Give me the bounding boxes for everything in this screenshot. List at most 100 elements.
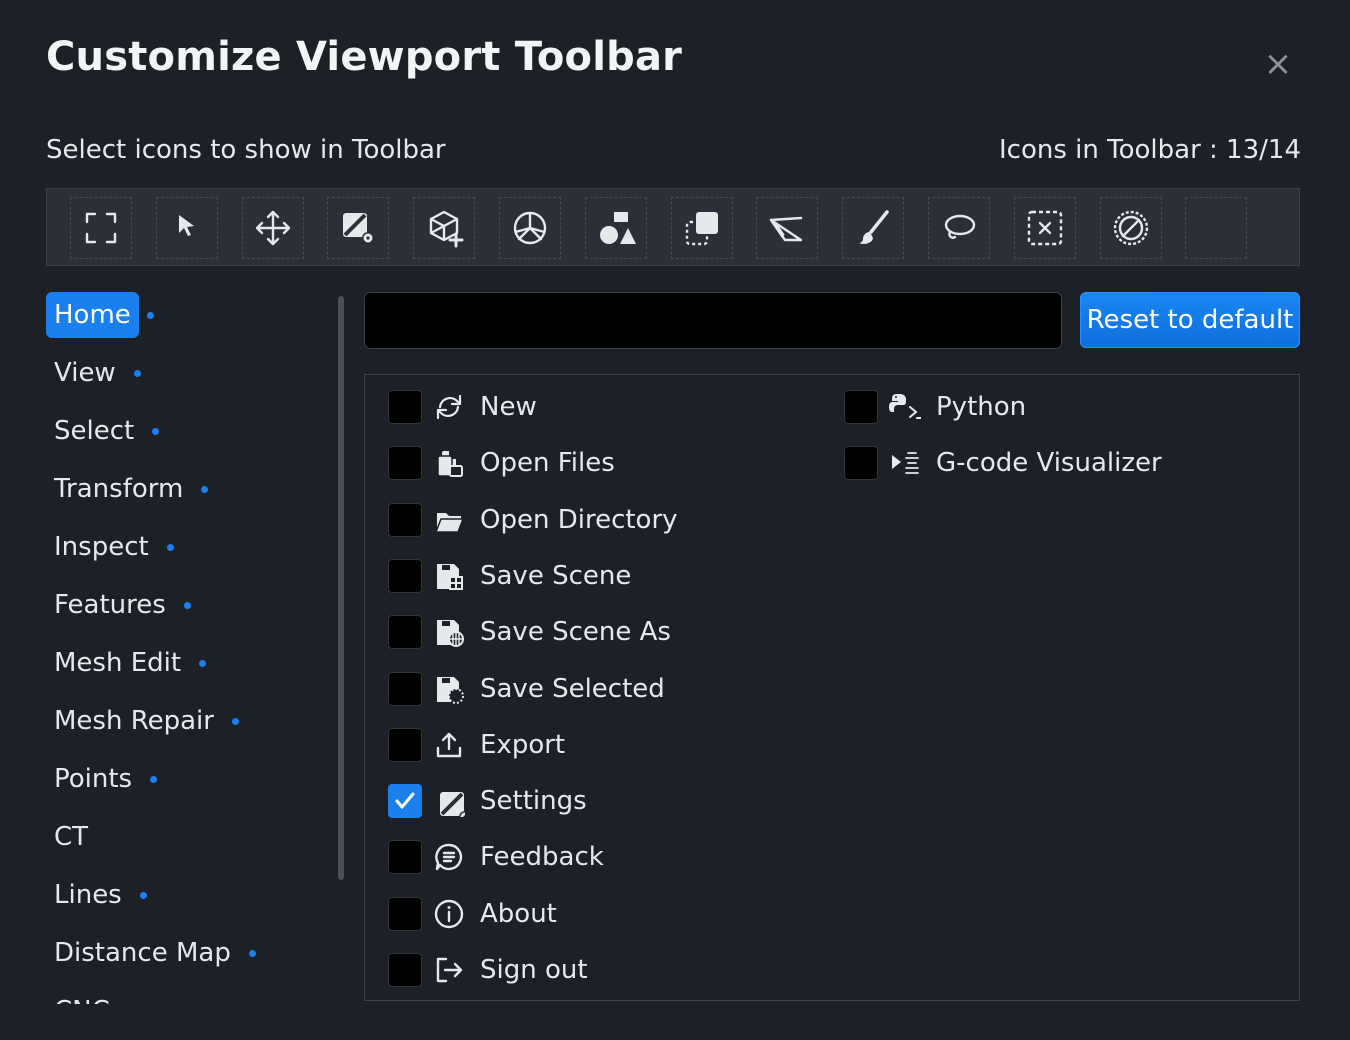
clear-selection-icon — [1027, 210, 1062, 246]
category-cnc[interactable]: CNC — [46, 988, 118, 1004]
checkbox[interactable] — [388, 558, 422, 593]
item-save-scene-as[interactable]: Save Scene As — [388, 612, 671, 652]
item-label: Sign out — [480, 955, 588, 985]
checkbox[interactable] — [388, 390, 422, 424]
category-inspect[interactable]: Inspect — [46, 524, 182, 570]
category-label: CT — [54, 822, 89, 852]
category-indicator-dot — [231, 717, 239, 725]
close-icon[interactable]: × — [1258, 44, 1298, 84]
toolbar-slot-fit-view-icon[interactable] — [70, 197, 132, 259]
settings-icon — [343, 213, 375, 244]
add-mesh-icon — [429, 210, 464, 248]
item-sign-out[interactable]: Sign out — [388, 950, 588, 990]
checkbox[interactable] — [844, 390, 878, 424]
toolbar-slot-duplicate-icon[interactable] — [670, 197, 733, 259]
item-g-code-visualizer[interactable]: G-code Visualizer — [844, 443, 1162, 483]
category-label: View — [54, 358, 116, 388]
item-label: Python — [936, 392, 1027, 422]
item-export[interactable]: Export — [388, 725, 565, 765]
toolbar-slot-brush-icon[interactable] — [842, 197, 905, 259]
category-indicator-dot — [139, 891, 147, 899]
item-open-files[interactable]: Open Files — [388, 443, 615, 483]
item-about[interactable]: About — [388, 894, 557, 934]
checkbox[interactable] — [388, 896, 422, 931]
toolbar-slot-move-icon[interactable] — [241, 197, 304, 259]
item-label: G-code Visualizer — [936, 448, 1162, 479]
category-mesh-repair[interactable]: Mesh Repair — [46, 698, 247, 744]
toolbar-slot-lasso-icon[interactable] — [928, 197, 990, 259]
toolbar-slot-settings-icon[interactable] — [327, 197, 390, 259]
category-view[interactable]: View — [46, 350, 149, 396]
checkbox[interactable] — [388, 615, 422, 650]
checkmark-icon — [395, 792, 415, 809]
item-label: Save Scene As — [480, 617, 671, 648]
checkbox[interactable] — [388, 671, 422, 706]
feedback-icon — [432, 840, 466, 874]
gcode-icon — [888, 446, 922, 480]
duplicate-icon — [685, 212, 718, 246]
item-label: About — [480, 898, 557, 929]
disable-icon — [1113, 210, 1148, 246]
toolbar-slot-plane-cut-icon[interactable] — [756, 197, 819, 259]
category-scrollbar[interactable] — [338, 296, 344, 880]
item-python[interactable]: Python — [844, 387, 1026, 427]
search-input[interactable] — [364, 292, 1062, 349]
dialog-title: Customize Viewport Toolbar — [46, 34, 683, 80]
item-open-directory[interactable]: Open Directory — [388, 500, 678, 540]
category-indicator-dot — [201, 485, 209, 493]
category-ct[interactable]: CT — [46, 814, 96, 860]
checkbox[interactable] — [388, 446, 422, 481]
toolbar-empty-slot[interactable] — [1185, 197, 1248, 259]
category-indicator-dot — [147, 312, 154, 319]
category-lines[interactable]: Lines — [46, 872, 155, 918]
category-select[interactable]: Select — [46, 408, 167, 454]
item-label: Feedback — [480, 842, 604, 873]
category-indicator-dot — [183, 601, 191, 609]
category-points[interactable]: Points — [46, 756, 165, 802]
checkbox[interactable] — [388, 953, 422, 987]
toolbar-slot-disable-icon[interactable] — [1099, 197, 1162, 259]
export-icon — [432, 728, 466, 762]
category-transform[interactable]: Transform — [46, 466, 216, 512]
item-feedback[interactable]: Feedback — [388, 837, 604, 877]
category-features[interactable]: Features — [46, 582, 199, 628]
checkbox[interactable] — [388, 727, 422, 762]
category-indicator-dot — [248, 949, 256, 957]
checkbox[interactable] — [388, 784, 422, 819]
brush-icon — [859, 210, 889, 244]
toolbar-slot-peace-icon[interactable] — [499, 197, 561, 259]
category-mesh-edit[interactable]: Mesh Edit — [46, 640, 214, 686]
item-label: Save Scene — [480, 560, 632, 591]
category-distance-map[interactable]: Distance Map — [46, 930, 264, 976]
save-selected-icon — [432, 672, 466, 706]
category-label: Lines — [54, 880, 122, 910]
item-save-selected[interactable]: Save Selected — [388, 669, 665, 709]
category-indicator-dot — [152, 427, 160, 435]
toolbar-slot-pointer-icon[interactable] — [155, 197, 218, 259]
toolbar-slot-add-mesh-icon[interactable] — [413, 197, 476, 259]
category-label: Features — [54, 590, 166, 620]
folder-open-icon — [432, 503, 466, 537]
item-save-scene[interactable]: Save Scene — [388, 556, 631, 596]
category-label: Select — [54, 416, 135, 446]
item-new[interactable]: New — [388, 387, 537, 427]
checkbox[interactable] — [844, 446, 878, 481]
pointer-icon — [178, 215, 194, 236]
save-scene-icon — [432, 559, 466, 593]
category-home[interactable]: Home — [46, 292, 139, 338]
subtitle: Select icons to show in Toolbar — [46, 135, 446, 165]
item-label: Open Directory — [480, 504, 678, 535]
item-settings[interactable]: Settings — [388, 781, 587, 821]
category-label: CNC — [54, 996, 110, 1004]
checkbox[interactable] — [388, 840, 422, 875]
category-label: Points — [54, 764, 133, 794]
toolbar-slot-shapes-icon[interactable] — [584, 197, 647, 259]
reset-to-default-button[interactable]: Reset to default — [1080, 292, 1300, 348]
peace-icon — [513, 211, 547, 245]
item-list: New Open Files Open Directory Save Scene Sav… — [364, 374, 1300, 1001]
toolbar-slot-clear-selection-icon[interactable] — [1013, 197, 1076, 259]
plane-cut-icon — [770, 216, 803, 242]
refresh-icon — [432, 390, 466, 424]
item-label: New — [480, 392, 537, 422]
checkbox[interactable] — [388, 502, 422, 537]
